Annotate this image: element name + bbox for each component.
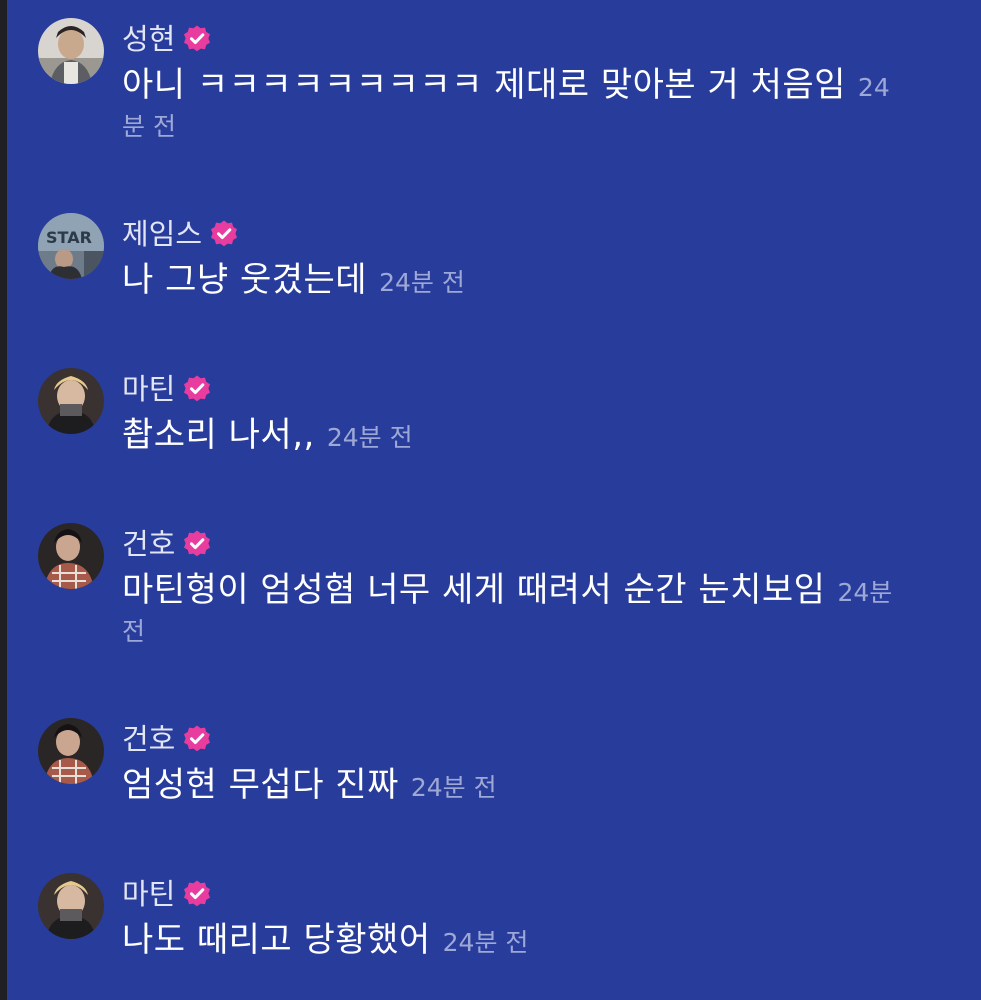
comment-time-wrapped: 분 전 (122, 112, 176, 141)
verified-badge-icon (182, 24, 212, 54)
comment-text: 엄성현 무섭다 진짜 (122, 765, 399, 805)
comment-body: 마틴형이 엄성혐 너무 세게 때려서 순간 눈치보임 24분 (122, 567, 981, 619)
comment-time: 24분 전 (326, 423, 413, 452)
comment-time: 24분 전 (379, 268, 465, 297)
comment-body: 아니 ㅋㅋㅋㅋㅋㅋㅋㅋㅋ 제대로 맞아본 거 처음임 24 (122, 62, 981, 114)
comment-body: 엄성현 무섭다 진짜 24분 전 (122, 762, 981, 814)
svg-text:STAR: STAR (46, 228, 92, 247)
verified-badge-icon (182, 879, 212, 909)
author-row: 마틴 (122, 875, 212, 913)
comment-item: 건호 마틴형이 엄성혐 너무 세게 때려서 순간 눈치보임 24분 전 (0, 523, 981, 673)
author-name[interactable]: 성현 (122, 20, 175, 58)
comment-item: 마틴 촵소리 나서,, 24분 전 (0, 368, 981, 478)
comment-text: 마틴형이 엄성혐 너무 세게 때려서 순간 눈치보임 (122, 570, 826, 610)
author-row: 마틴 (122, 370, 212, 408)
comment-text: 촵소리 나서,, (122, 415, 315, 455)
avatar[interactable]: STAR (38, 213, 104, 279)
comment-time: 24 (857, 73, 890, 102)
author-row: 건호 (122, 720, 212, 758)
comment-body: 나 그냥 웃겼는데 24분 전 (122, 257, 981, 309)
comment-text: 아니 ㅋㅋㅋㅋㅋㅋㅋㅋㅋ 제대로 맞아본 거 처음임 (122, 65, 846, 105)
comment-time: 24분 전 (442, 928, 529, 957)
author-row: 건호 (122, 525, 212, 563)
author-row: 성현 (122, 20, 212, 58)
avatar[interactable] (38, 718, 104, 784)
comment-time: 24분 전 (410, 773, 497, 802)
verified-badge-icon (182, 529, 212, 559)
author-name[interactable]: 마틴 (122, 370, 175, 408)
comment-body: 나도 때리고 당황했어 24분 전 (122, 917, 981, 969)
author-name[interactable]: 마틴 (122, 875, 175, 913)
author-name[interactable]: 제임스 (122, 215, 202, 253)
comment-feed: 성현 아니 ㅋㅋㅋㅋㅋㅋㅋㅋㅋ 제대로 맞아본 거 처음임 24 분 전 STAR (0, 0, 981, 1000)
avatar[interactable] (38, 873, 104, 939)
author-row: 제임스 (122, 215, 239, 253)
avatar[interactable] (38, 18, 104, 84)
comment-item: 마틴 나도 때리고 당황했어 24분 전 (0, 873, 981, 983)
verified-badge-icon (182, 374, 212, 404)
comment-item: STAR 제임스 나 그냥 웃겼는데 24분 전 (0, 213, 981, 323)
avatar[interactable] (38, 368, 104, 434)
comment-item: 성현 아니 ㅋㅋㅋㅋㅋㅋㅋㅋㅋ 제대로 맞아본 거 처음임 24 분 전 (0, 18, 981, 168)
comment-time-wrapped: 전 (122, 617, 146, 646)
comment-time: 24분 (837, 578, 893, 607)
author-name[interactable]: 건호 (122, 720, 175, 758)
comment-item: 건호 엄성현 무섭다 진짜 24분 전 (0, 718, 981, 828)
verified-badge-icon (182, 724, 212, 754)
comment-body: 촵소리 나서,, 24분 전 (122, 412, 981, 464)
avatar[interactable] (38, 523, 104, 589)
comment-text: 나 그냥 웃겼는데 (122, 260, 368, 300)
comment-text: 나도 때리고 당황했어 (122, 920, 431, 960)
author-name[interactable]: 건호 (122, 525, 175, 563)
verified-badge-icon (209, 219, 239, 249)
